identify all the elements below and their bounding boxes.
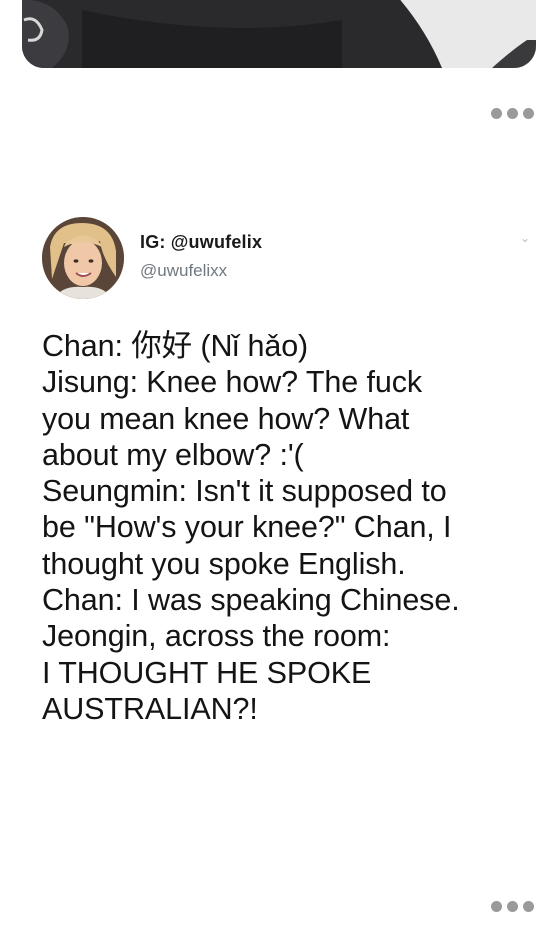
chevron-down-icon[interactable]: ⌄ bbox=[520, 231, 530, 245]
tweet-line: Jeongin, across the room: bbox=[42, 619, 391, 654]
previous-post-image[interactable] bbox=[22, 0, 536, 68]
tweet-line: Chan: I was speaking Chinese. bbox=[42, 583, 460, 618]
more-horizontal-icon bbox=[491, 901, 502, 912]
tweet-line: you mean knee how? What bbox=[42, 401, 410, 436]
photo-graphic bbox=[22, 0, 536, 68]
tweet-text: Chan: 你好 (Nǐ hǎo) Jisung: Knee how? The … bbox=[42, 328, 536, 727]
tweet-line: Seungmin: Isn't it supposed to bbox=[42, 474, 447, 509]
more-horizontal-icon bbox=[491, 108, 502, 119]
display-name[interactable]: IG: @uwufelix bbox=[140, 232, 262, 253]
avatar-photo bbox=[42, 217, 124, 299]
tweet-line: I THOUGHT HE SPOKE bbox=[42, 655, 372, 690]
tweet-line: about my elbow? :'( bbox=[42, 437, 304, 472]
more-horizontal-icon bbox=[507, 108, 518, 119]
tweet-card[interactable]: IG: @uwufelix @uwufelixx ⌄ Chan: 你好 (Nǐ … bbox=[0, 195, 536, 865]
avatar[interactable] bbox=[42, 217, 124, 299]
tweet-line: be "How's your knee?" Chan, I bbox=[42, 510, 452, 545]
feed-page: IG: @uwufelix @uwufelixx ⌄ Chan: 你好 (Nǐ … bbox=[0, 0, 536, 952]
tweet-line: thought you spoke English. bbox=[42, 546, 406, 581]
tweet-line: Jisung: Knee how? The fuck bbox=[42, 365, 423, 400]
more-horizontal-icon bbox=[523, 901, 534, 912]
more-options-button[interactable] bbox=[491, 901, 534, 912]
more-horizontal-icon bbox=[507, 901, 518, 912]
more-horizontal-icon bbox=[523, 108, 534, 119]
more-options-button[interactable] bbox=[491, 108, 534, 119]
tweet-line: Chan: 你好 (Nǐ hǎo) bbox=[42, 329, 309, 363]
tweet-line: AUSTRALIAN?! bbox=[42, 691, 258, 726]
user-handle[interactable]: @uwufelixx bbox=[140, 261, 227, 281]
